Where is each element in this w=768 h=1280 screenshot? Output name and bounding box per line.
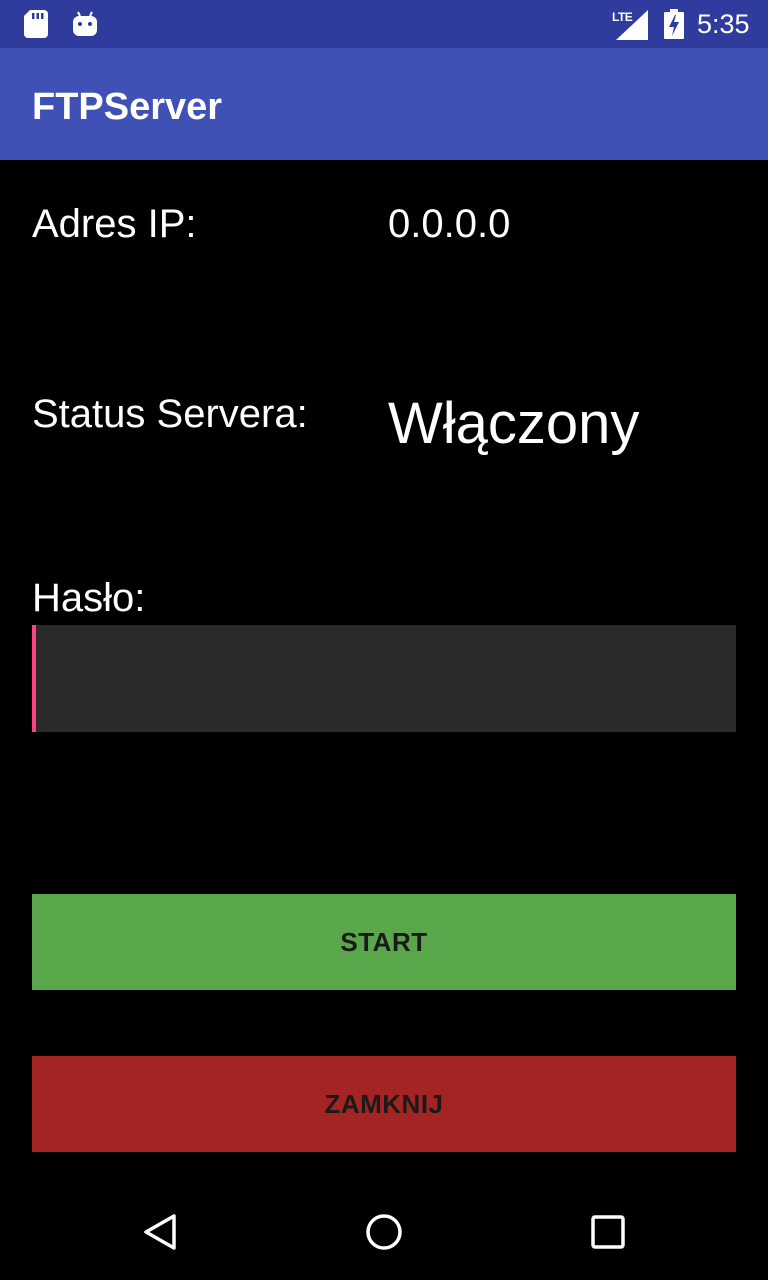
- status-bar: LTE 5:35: [0, 0, 768, 48]
- server-status-label: Status Servera:: [32, 392, 308, 436]
- password-label: Hasło:: [32, 576, 146, 620]
- back-icon[interactable]: [140, 1212, 180, 1252]
- navigation-bar: [0, 1184, 768, 1280]
- signal-icon: [616, 10, 648, 45]
- ip-value: 0.0.0.0: [388, 202, 511, 246]
- close-button[interactable]: ZAMKNIJ: [32, 1056, 736, 1152]
- start-button[interactable]: START: [32, 894, 736, 990]
- battery-charging-icon: [664, 9, 684, 44]
- ip-label: Adres IP:: [32, 202, 197, 246]
- recents-icon[interactable]: [588, 1212, 628, 1252]
- server-status-value: Włączony: [388, 391, 640, 456]
- android-debug-icon: [72, 10, 98, 43]
- sd-card-icon: [24, 10, 48, 43]
- password-input[interactable]: [32, 625, 736, 732]
- app-screen: LTE 5:35 FTPServer Adres IP: 0.0.0.0 Sta…: [0, 0, 768, 1280]
- status-clock: 5:35: [697, 9, 750, 39]
- app-bar: FTPServer: [0, 48, 768, 160]
- home-icon[interactable]: [364, 1212, 404, 1252]
- app-title: FTPServer: [32, 86, 223, 128]
